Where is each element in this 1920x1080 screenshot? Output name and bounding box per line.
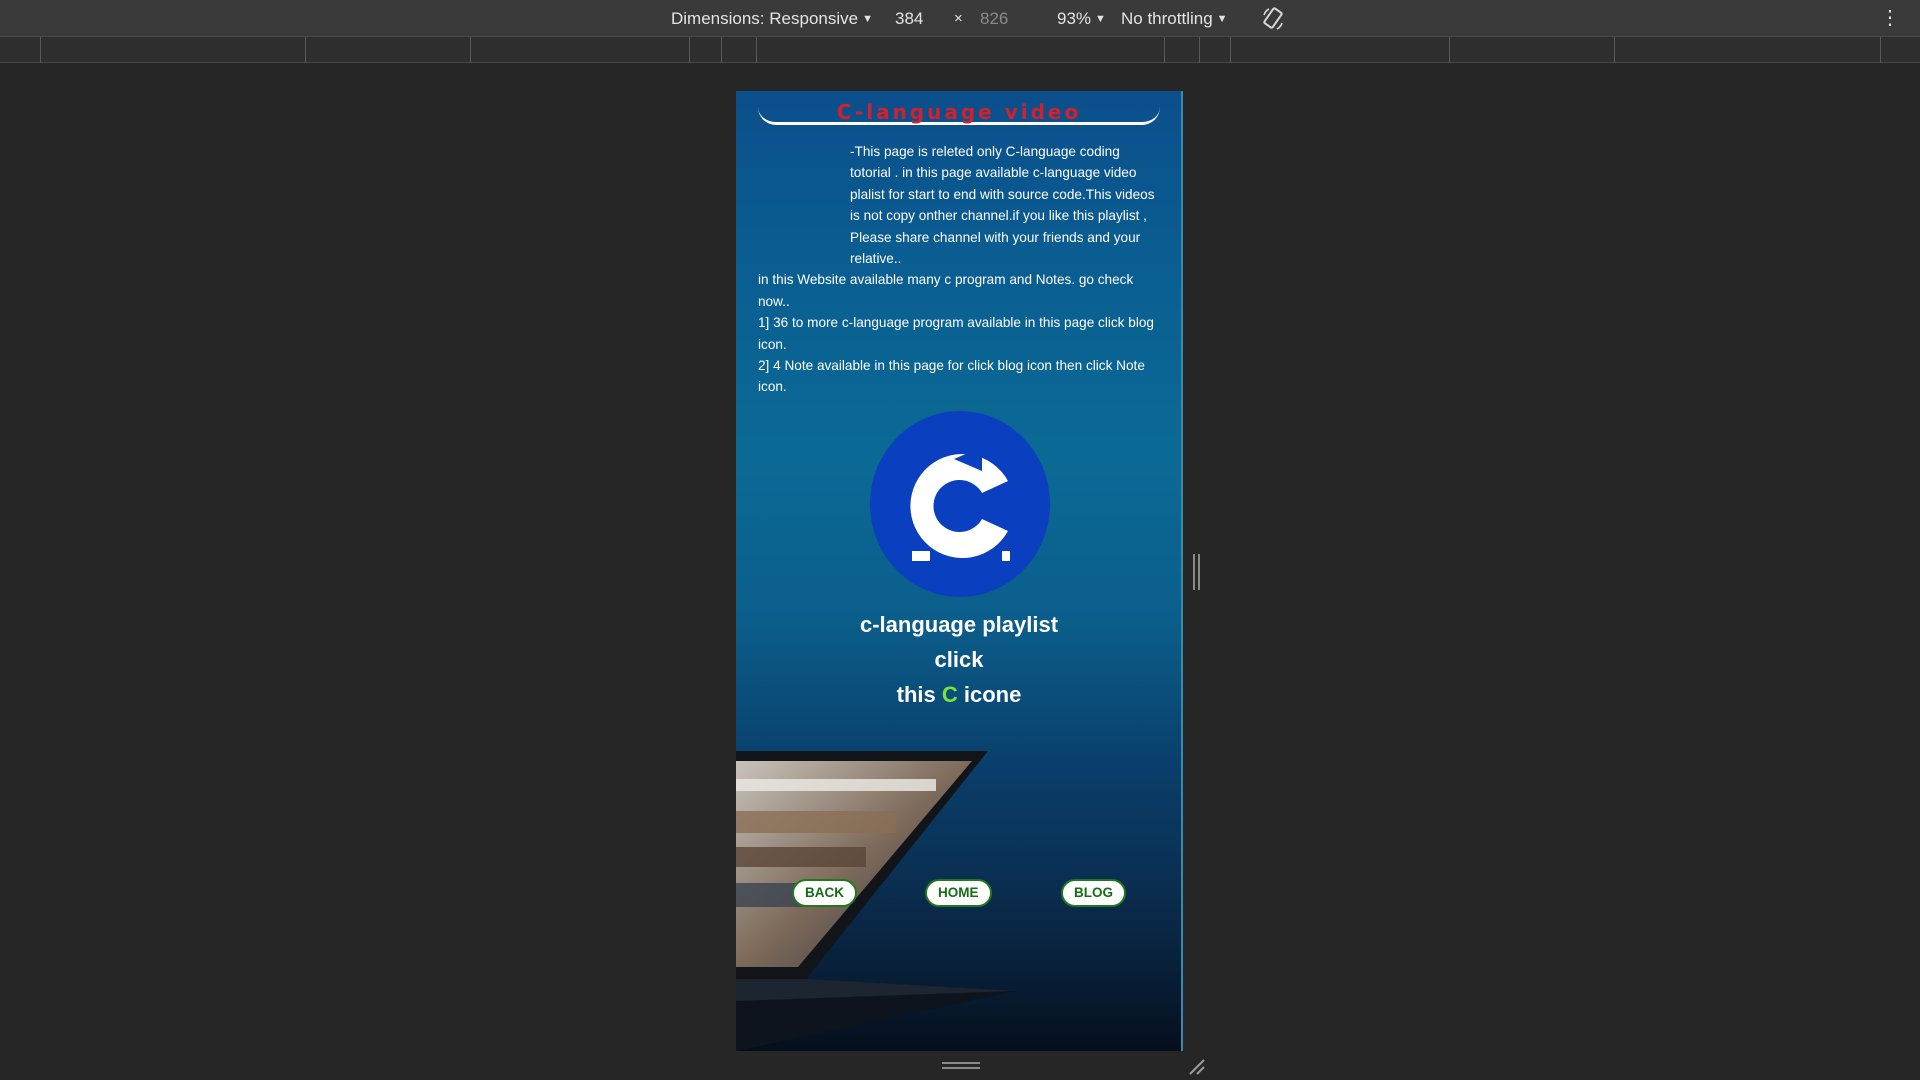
ruler-divider [1614,37,1615,63]
ruler-divider [721,37,722,63]
chevron-down-icon: ▼ [1095,13,1106,25]
times-icon: × [954,10,963,27]
callout-line: this C icone [736,677,1182,712]
blog-button[interactable]: BLOG [1061,879,1126,907]
ruler-divider [1199,37,1200,63]
throttling-value: No throttling [1121,9,1213,28]
playlist-callout: c-language playlist click this C icone [736,607,1182,712]
more-vertical-icon[interactable]: ⋮ [1880,0,1900,37]
dimensions-label: Dimensions: Responsive [671,9,859,28]
back-button[interactable]: BACK [792,879,857,907]
description-text: -This page is releted only C-language co… [758,141,1160,398]
chevron-down-icon: ▼ [1216,13,1228,25]
ruler-divider [470,37,471,63]
ruler-divider [1164,37,1165,63]
corner-resize-icon[interactable] [1186,1056,1206,1076]
width-input[interactable]: 384 [895,0,923,37]
description-paragraph: 1] 36 to more c-language program availab… [758,315,1154,352]
description-paragraph: 2] 4 Note available in this page for cli… [758,358,1145,395]
ruler-divider [1880,37,1881,63]
ruler-divider [1449,37,1450,63]
rotate-icon[interactable] [1260,6,1286,32]
callout-line: c-language playlist [859,612,1059,637]
ruler-divider [689,37,690,63]
zoom-value: 93% [1057,9,1092,28]
description-paragraph: -This page is releted only C-language co… [850,144,1155,267]
description-paragraph: in this Website available many c program… [758,272,1134,309]
zoom-dropdown[interactable]: 93% ▼ [1057,0,1106,37]
device-toolbar: Dimensions: Responsive ▼ 384 × 826 93% ▼ N… [0,0,1920,37]
throttling-dropdown[interactable]: No throttling ▼ [1121,0,1228,37]
ruler-divider [40,37,41,63]
ruler-divider [756,37,757,63]
home-button[interactable]: HOME [925,879,992,907]
page-title: C-language video [836,100,1082,124]
page-viewport: C-language video -This page is releted o… [736,91,1182,1051]
title-underline: C-language video [758,101,1160,125]
viewport-edge [1181,91,1183,1051]
callout-text: this [896,682,942,707]
callout-text: icone [957,682,1022,707]
right-resize-handle[interactable] [1193,554,1201,590]
ruler-divider [305,37,306,63]
callout-c-letter: C [941,682,958,707]
bottom-resize-handle[interactable] [942,1062,980,1070]
dimensions-dropdown[interactable]: Dimensions: Responsive ▼ [671,0,873,37]
ruler-divider [1230,37,1231,63]
c-logo-icon[interactable] [870,411,1050,597]
height-input[interactable]: 826 [980,0,1008,37]
media-query-bar[interactable] [0,37,1920,63]
callout-line: click [934,647,984,672]
chevron-down-icon: ▼ [862,13,873,25]
